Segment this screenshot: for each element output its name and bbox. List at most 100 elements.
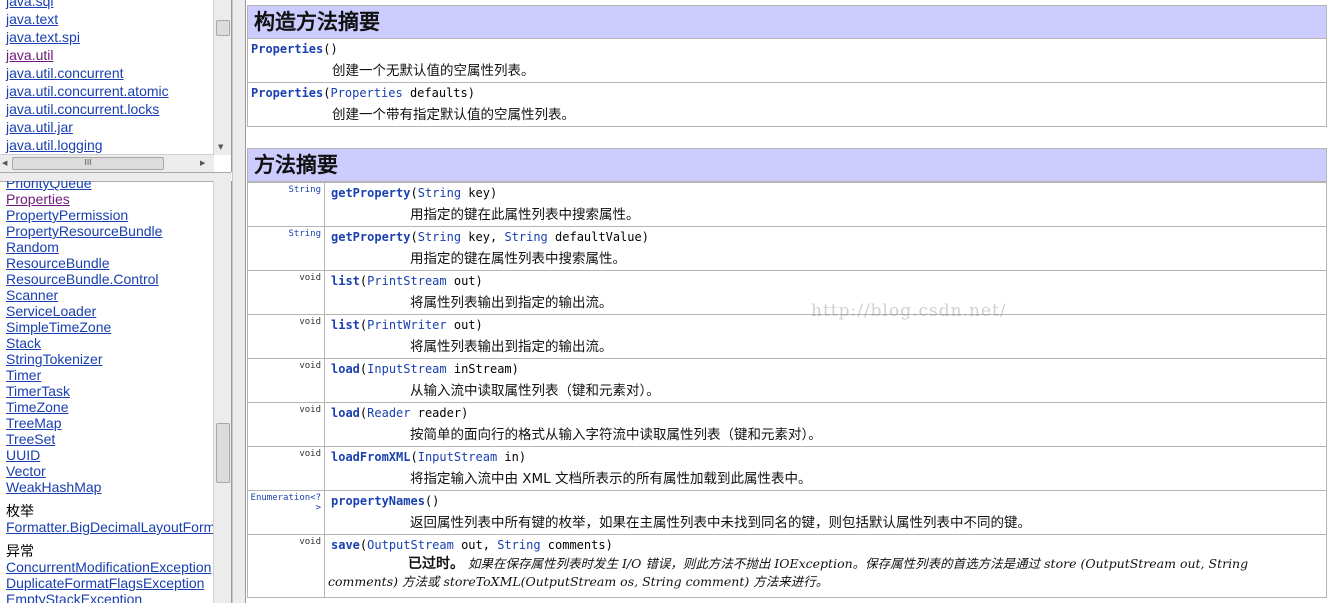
return-type-link[interactable]: Enumeration<?>: [251, 493, 321, 513]
type-link[interactable]: String: [504, 230, 547, 244]
return-type: void: [248, 359, 325, 402]
package-link[interactable]: java.util.concurrent.atomic: [6, 82, 212, 100]
method-signature: getProperty(String key, String defaultVa…: [331, 230, 649, 244]
class-link[interactable]: SimpleTimeZone: [6, 319, 218, 335]
constructor-link[interactable]: Properties: [251, 86, 323, 100]
method-description: 将属性列表输出到指定的输出流。: [410, 295, 613, 311]
class-link[interactable]: Stack: [6, 335, 218, 351]
return-type-link[interactable]: String: [288, 229, 321, 239]
method-row: void load(Reader reader) 按简单的面向行的格式从输入字符流中…: [248, 402, 1326, 446]
type-link[interactable]: String: [418, 230, 461, 244]
class-link[interactable]: TreeSet: [6, 431, 218, 447]
package-link[interactable]: java.util.concurrent.locks: [6, 100, 212, 118]
package-list-frame: java.sql java.text java.text.spi java.util j…: [0, 0, 232, 172]
type-link[interactable]: OutputStream: [367, 538, 454, 552]
method-link[interactable]: getProperty: [331, 186, 410, 200]
method-row: void list(PrintStream out) 将属性列表输出到指定的输出流。: [248, 270, 1326, 314]
scroll-right-arrow-icon[interactable]: ▶: [200, 159, 205, 167]
return-type: void: [248, 403, 325, 446]
method-link[interactable]: save: [331, 538, 360, 552]
method-summary-table: 方法摘要 String getProperty(String key) 用指定的键在…: [247, 148, 1327, 598]
method-signature: save(OutputStream out, String comments): [331, 538, 613, 552]
type-link[interactable]: Reader: [367, 406, 410, 420]
class-link[interactable]: Properties: [6, 191, 218, 207]
package-link[interactable]: java.util.logging: [6, 136, 212, 154]
method-row: void list(PrintWriter out) 将属性列表输出到指定的输出流。: [248, 314, 1326, 358]
exception-link[interactable]: ConcurrentModificationException: [6, 559, 218, 575]
class-link[interactable]: Vector: [6, 463, 218, 479]
method-link[interactable]: getProperty: [331, 230, 410, 244]
method-description: 用指定的键在属性列表中搜索属性。: [410, 251, 626, 267]
package-list-hscroll[interactable]: ◀ III ▶: [0, 154, 214, 172]
class-link[interactable]: Random: [6, 239, 218, 255]
type-link[interactable]: InputStream: [367, 362, 446, 376]
class-link[interactable]: PriorityQueue: [6, 181, 218, 191]
method-row: String getProperty(String key) 用指定的键在此属性列表…: [248, 182, 1326, 226]
method-link[interactable]: list: [331, 318, 360, 332]
package-link[interactable]: java.text: [6, 10, 212, 28]
watermark: http://blog.csdn.net/: [811, 301, 1007, 321]
type-link[interactable]: PrintWriter: [367, 318, 446, 332]
method-description: 将指定输入流中由 XML 文档所表示的所有属性加载到此属性表中。: [410, 471, 812, 487]
method-signature: list(PrintWriter out): [331, 318, 483, 332]
class-link[interactable]: PropertyResourceBundle: [6, 223, 218, 239]
enum-heading: 枚举: [6, 503, 34, 519]
class-link[interactable]: ServiceLoader: [6, 303, 218, 319]
class-link[interactable]: ResourceBundle: [6, 255, 218, 271]
class-list-vscroll-thumb[interactable]: [216, 423, 230, 483]
method-link[interactable]: propertyNames: [331, 494, 425, 508]
type-link[interactable]: String: [497, 538, 540, 552]
method-link[interactable]: load: [331, 406, 360, 420]
package-link[interactable]: java.util: [6, 46, 212, 64]
class-list-vscroll[interactable]: [213, 181, 231, 603]
class-link[interactable]: StringTokenizer: [6, 351, 218, 367]
method-deprecated-note: 已过时。 如果在保存属性列表时发生 I/O 错误，则此方法不抛出 IOExcep…: [328, 555, 1318, 591]
method-link[interactable]: list: [331, 274, 360, 288]
class-link[interactable]: TimeZone: [6, 399, 218, 415]
scroll-down-arrow-icon[interactable]: ▼: [218, 143, 223, 151]
type-link[interactable]: PrintStream: [367, 274, 446, 288]
class-link[interactable]: ResourceBundle.Control: [6, 271, 218, 287]
package-link[interactable]: java.text.spi: [6, 28, 212, 46]
package-link[interactable]: java.util.concurrent: [6, 64, 212, 82]
enum-link[interactable]: Formatter.BigDecimalLayoutForm: [6, 519, 218, 535]
method-link[interactable]: load: [331, 362, 360, 376]
return-type: void: [248, 271, 325, 314]
constructor-link[interactable]: Properties: [251, 42, 323, 56]
class-link[interactable]: WeakHashMap: [6, 479, 218, 495]
method-row: void load(InputStream inStream) 从输入流中读取属性列…: [248, 358, 1326, 402]
exception-link[interactable]: DuplicateFormatFlagsException: [6, 575, 218, 591]
package-link[interactable]: java.util.jar: [6, 118, 212, 136]
method-signature: getProperty(String key): [331, 186, 498, 200]
method-row: String getProperty(String key, String def…: [248, 226, 1326, 270]
class-link[interactable]: Scanner: [6, 287, 218, 303]
exception-link[interactable]: EmptyStackException: [6, 591, 218, 603]
method-row: Enumeration<?> propertyNames() 返回属性列表中所有键的…: [248, 490, 1326, 534]
type-link[interactable]: Properties: [330, 86, 402, 100]
class-link[interactable]: TimerTask: [6, 383, 218, 399]
return-type: String: [248, 183, 325, 226]
type-link[interactable]: String: [418, 186, 461, 200]
method-row: void save(OutputStream out, String commen…: [248, 534, 1326, 597]
constructor-description: 创建一个带有指定默认值的空属性列表。: [332, 107, 575, 123]
type-link[interactable]: InputStream: [418, 450, 497, 464]
return-type-link[interactable]: String: [288, 185, 321, 195]
class-list-frame: PriorityQueue Properties PropertyPermissio…: [0, 181, 232, 603]
frame-separator[interactable]: [232, 0, 246, 603]
class-link[interactable]: UUID: [6, 447, 218, 463]
method-signature: list(PrintStream out): [331, 274, 483, 288]
package-list-hscroll-thumb[interactable]: III: [12, 157, 164, 170]
class-link[interactable]: Timer: [6, 367, 218, 383]
class-link[interactable]: PropertyPermission: [6, 207, 218, 223]
scroll-left-arrow-icon[interactable]: ◀: [2, 159, 7, 167]
class-link[interactable]: TreeMap: [6, 415, 218, 431]
return-type: String: [248, 227, 325, 270]
return-type: void: [248, 315, 325, 358]
method-link[interactable]: loadFromXML: [331, 450, 410, 464]
package-list-vscroll-thumb[interactable]: [216, 20, 230, 36]
method-description: 从输入流中读取属性列表（键和元素对）。: [410, 383, 660, 399]
package-link[interactable]: java.sql: [6, 0, 212, 10]
method-signature: load(Reader reader): [331, 406, 469, 420]
package-list-vscroll[interactable]: ▼: [213, 0, 231, 155]
return-type: void: [248, 447, 325, 490]
